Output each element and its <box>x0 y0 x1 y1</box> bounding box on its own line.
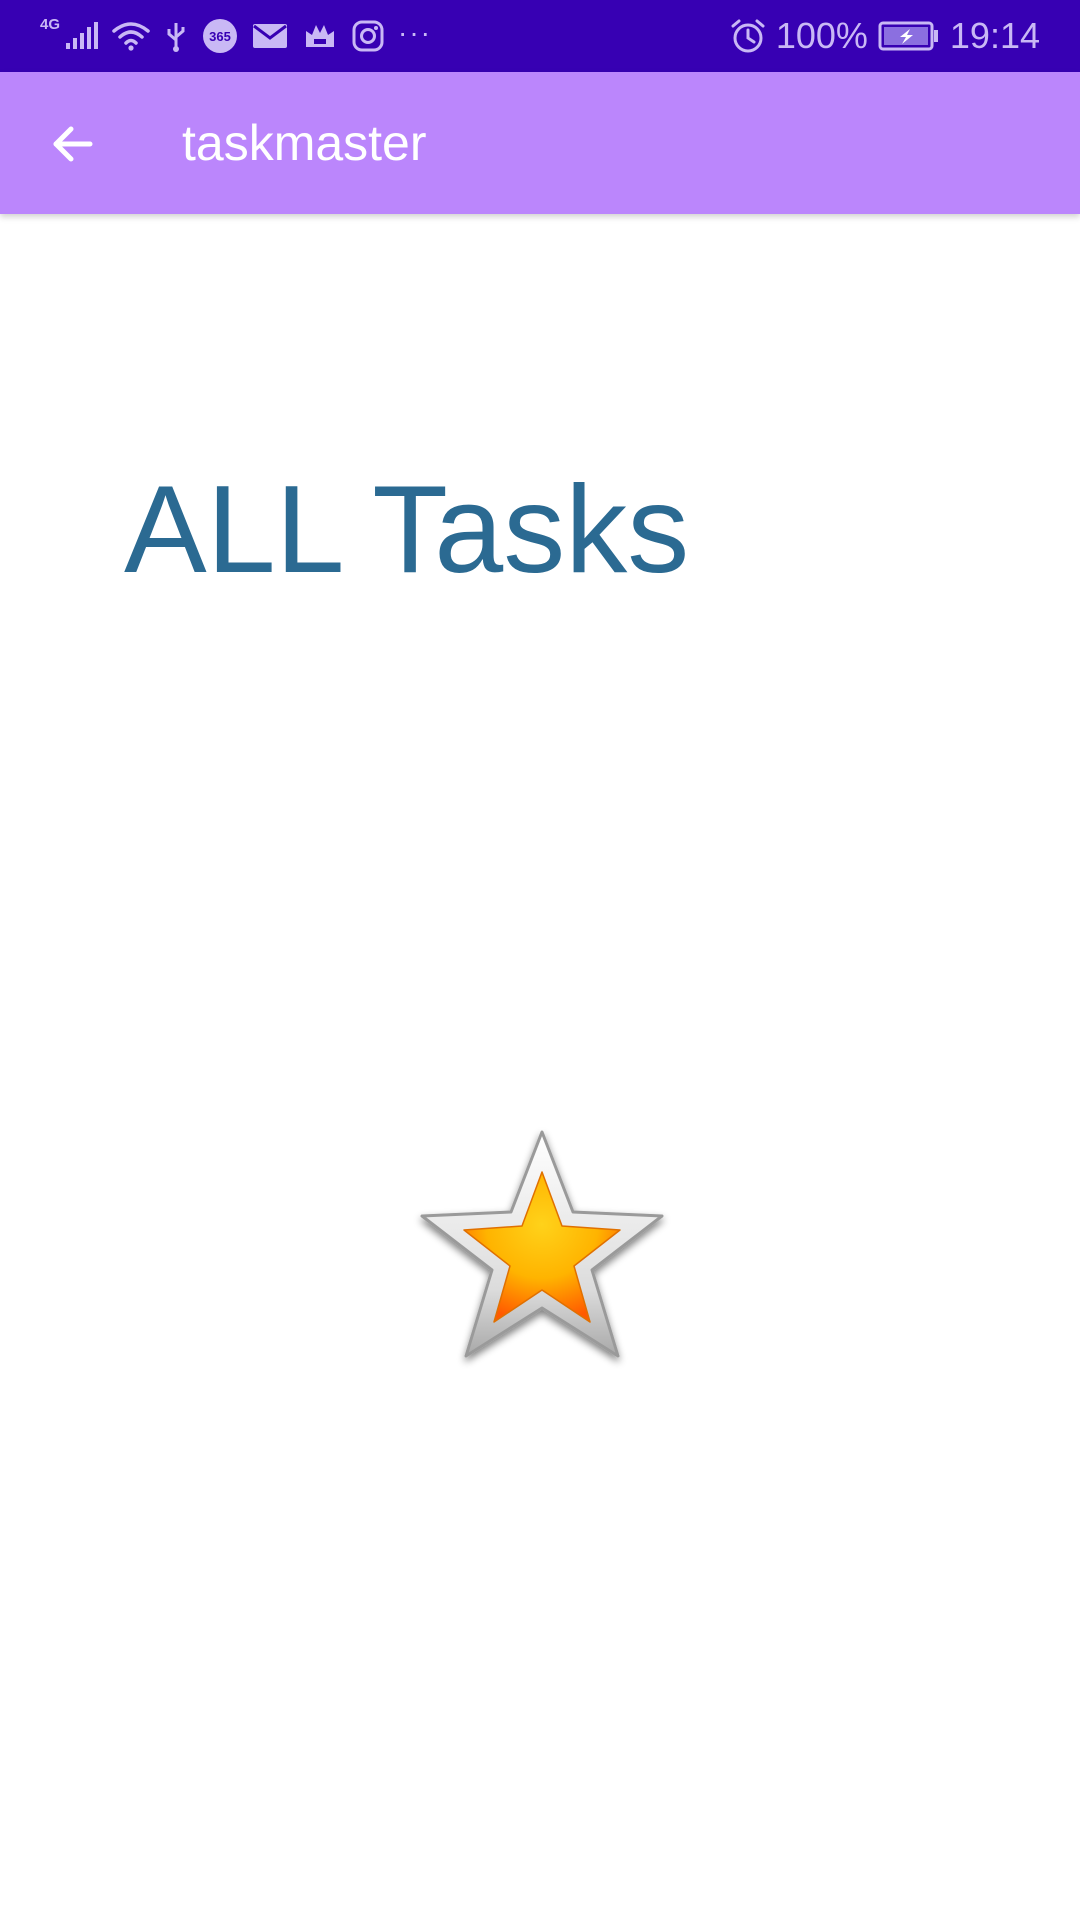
battery-percent: 100% <box>775 15 868 56</box>
app-bar: taskmaster <box>0 72 1080 214</box>
page-title: ALL Tasks <box>124 461 690 599</box>
status-left-icons: 4G 365 ··· <box>40 0 432 72</box>
mail-icon <box>253 24 288 48</box>
battery-charging-icon <box>878 21 938 51</box>
back-button[interactable] <box>36 108 108 180</box>
status-bar: 4G 365 ··· 100% 19:14 <box>0 0 1080 72</box>
alarm-icon <box>731 19 765 53</box>
game-icon <box>306 25 335 47</box>
clock-time: 19:14 <box>949 15 1040 56</box>
signal-icon <box>66 22 99 49</box>
app-title: taskmaster <box>182 115 427 171</box>
network-type-label: 4G <box>40 16 61 33</box>
usb-icon <box>167 23 185 52</box>
wifi-icon <box>112 22 150 51</box>
star-icon[interactable] <box>412 1124 672 1376</box>
more-notifications-indicator: ··· <box>398 17 432 48</box>
app-365-label: 365 <box>209 29 231 44</box>
app-365-icon: 365 <box>203 19 238 53</box>
arrow-back-icon <box>53 126 93 162</box>
status-right-icons: 100% 19:14 <box>730 0 1040 72</box>
instagram-icon <box>352 20 384 52</box>
